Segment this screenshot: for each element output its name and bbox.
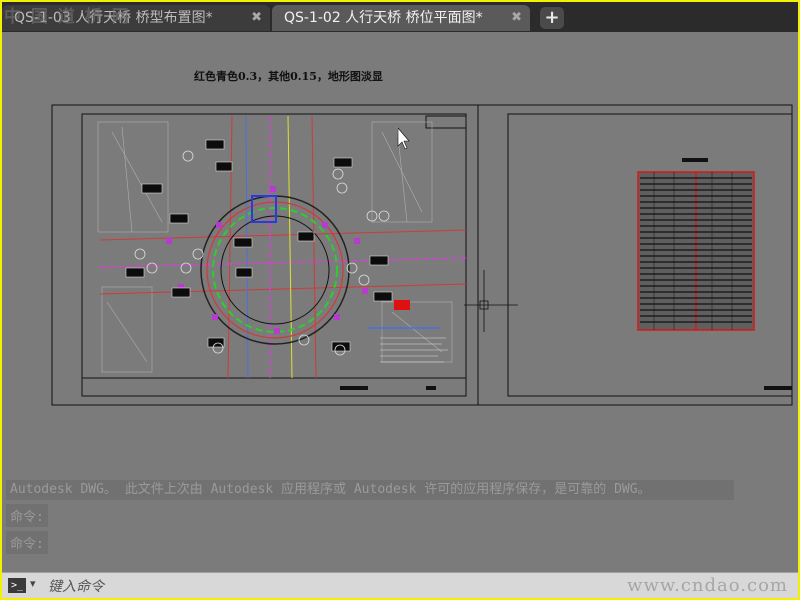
history-line: 命令: [6,531,48,554]
scale-bar [764,386,792,390]
watermark-url: www.cndao.com [627,575,788,596]
roundabout-green [212,207,338,333]
callout-tags [125,139,393,352]
drawing-note: 红色青色0.3，其他0.15，地形图淡显 [194,70,383,83]
red-label-tag [394,300,410,310]
centerline-yellow [287,115,293,379]
close-icon[interactable]: ✖ [251,5,262,31]
new-tab-button[interactable]: + [540,7,564,29]
close-icon[interactable]: ✖ [511,5,522,31]
circle-markers [134,150,390,356]
pink-lines [99,116,467,378]
plan-frame [81,113,467,397]
command-input[interactable] [46,575,610,598]
history-line: 命令: [6,504,48,527]
sheet-border-left [51,104,479,406]
tab-label: QS-1-03 人行天桥 桥型布置图* [14,10,213,26]
scale-bar [340,386,368,390]
command-line-bar: >_ ▾ www.cndao.com [2,572,798,598]
tab-label: QS-1-02 人行天桥 桥位平面图* [284,10,483,26]
road-lines [99,115,467,379]
terrain-layer [97,121,453,373]
crosshair-cursor [464,270,518,332]
command-history: Autodesk DWG。 此文件上次由 Autodesk 应用程序或 Auto… [6,480,734,554]
scale-bar [426,386,436,390]
pier-markers [166,186,368,334]
history-message: Autodesk DWG。 此文件上次由 Autodesk 应用程序或 Auto… [6,480,734,500]
mouse-pointer-icon [397,127,410,150]
chevron-down-icon[interactable]: ▾ [30,577,36,590]
document-tab-bar: QS-1-03 人行天桥 桥型布置图* ✖ QS-1-02 人行天桥 桥位平面图… [2,2,798,32]
table-title [682,158,708,162]
drawing-canvas[interactable]: 红色青色0.3，其他0.15，地形图淡显 Autodesk DWG。 此文件上次… [2,32,798,572]
notes-text-block [368,327,448,363]
app-window: QS-1-03 人行天桥 桥型布置图* ✖ QS-1-02 人行天桥 桥位平面图… [2,2,798,598]
tab-qs-1-02[interactable]: QS-1-02 人行天桥 桥位平面图* ✖ [272,5,530,31]
tab-qs-1-03[interactable]: QS-1-03 人行天桥 桥型布置图* ✖ [2,5,270,31]
terminal-icon[interactable]: >_ [8,578,26,593]
